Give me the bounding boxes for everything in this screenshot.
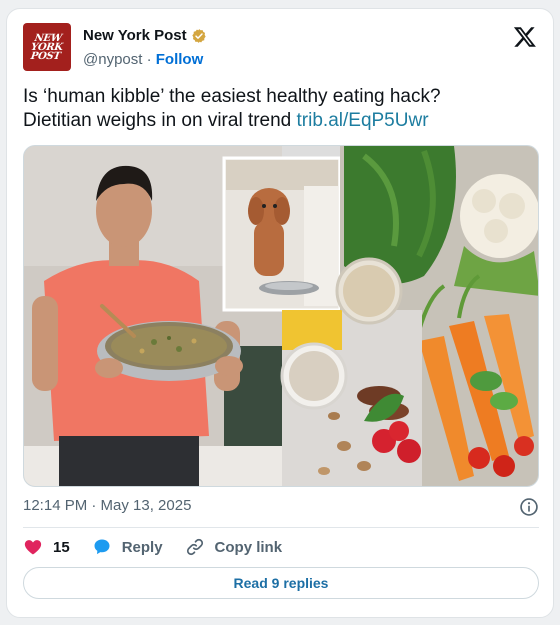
divider	[23, 527, 539, 528]
tweet-card: NEW YORK POST New York Post @nypost · Foll…	[6, 8, 554, 618]
copy-link-button[interactable]: Copy link	[185, 537, 283, 557]
read-replies-label: Read 9 replies	[233, 575, 329, 591]
tweet-link[interactable]: trib.al/EqP5Uwr	[297, 110, 429, 131]
reply-bubble-icon	[94, 539, 110, 555]
verified-badge-icon	[191, 28, 206, 43]
action-bar: 15 Reply Copy link	[23, 536, 304, 558]
tweet-media[interactable]	[23, 145, 539, 487]
heart-icon	[24, 540, 42, 555]
tweet-text-line2: Dietitian weighs in on viral trend	[23, 110, 297, 131]
link-icon	[186, 538, 203, 556]
media-collage	[24, 146, 538, 486]
handle[interactable]: @nypost	[83, 51, 142, 68]
handle-separator: ·	[146, 51, 152, 68]
tweet-text: Is ‘human kibble’ the easiest healthy ea…	[23, 85, 533, 133]
info-icon[interactable]	[519, 497, 539, 517]
display-name[interactable]: New York Post	[83, 27, 187, 44]
tweet-meta: 12:14 PM · May 13, 2025	[23, 497, 539, 519]
follow-link[interactable]: Follow	[156, 51, 204, 68]
avatar-logo: NEW YORK POST	[30, 32, 64, 62]
avatar[interactable]: NEW YORK POST	[23, 23, 71, 71]
like-count: 15	[53, 538, 70, 556]
tweet-header: NEW YORK POST New York Post @nypost · Foll…	[23, 23, 537, 73]
read-replies-button[interactable]: Read 9 replies	[23, 567, 539, 599]
reply-label: Reply	[121, 538, 163, 556]
handle-row: @nypost · Follow	[83, 51, 203, 68]
copy-link-label: Copy link	[214, 538, 283, 556]
x-logo-icon[interactable]	[513, 25, 537, 49]
tweet-text-line1: Is ‘human kibble’ the easiest healthy ea…	[23, 86, 441, 107]
name-row: New York Post	[83, 27, 207, 44]
dog-image	[222, 156, 342, 312]
timestamp[interactable]: 12:14 PM · May 13, 2025	[23, 497, 191, 514]
reply-button[interactable]: Reply	[92, 537, 163, 557]
like-button[interactable]: 15	[23, 537, 70, 557]
